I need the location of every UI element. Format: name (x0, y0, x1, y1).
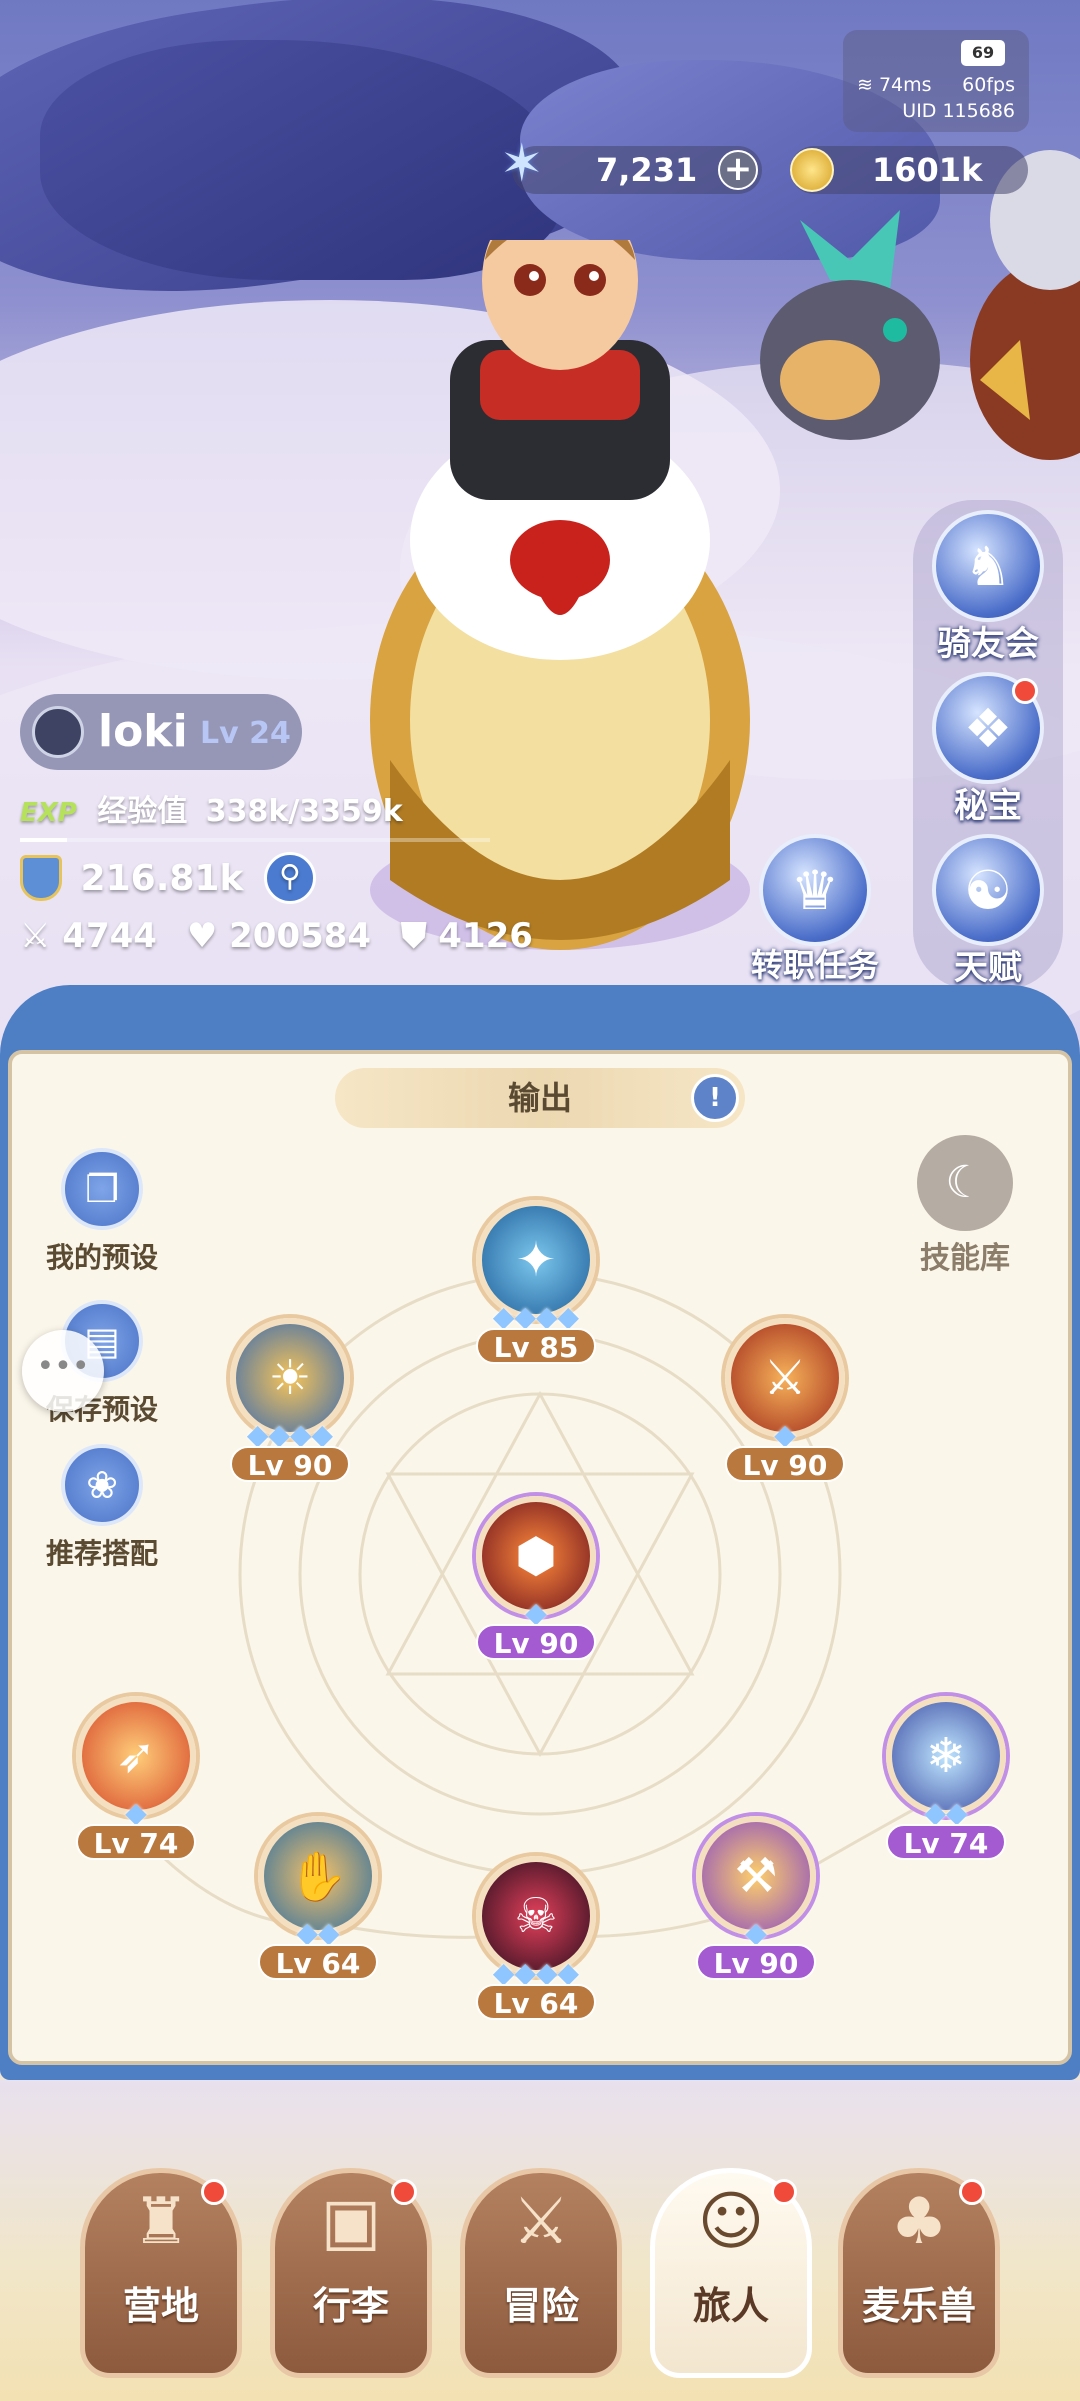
talent-icon: ☯ (932, 834, 1044, 946)
tab-pets-label: 麦乐兽 (861, 2284, 976, 2328)
tab-camp[interactable]: ♜ 营地 (80, 2168, 242, 2378)
skill-level: Lv 90 (475, 1624, 597, 1660)
tab-camp-notification-dot (201, 2179, 227, 2205)
skill-level: Lv 85 (475, 1328, 597, 1364)
power-row: 216.81k ⚲ (20, 852, 316, 904)
skill-slot[interactable]: ➶ ◆ Lv 74 (66, 1696, 206, 1860)
uid-readout: UID 115686 (902, 100, 1015, 122)
crossed-swords-icon: ⚔ (512, 2185, 570, 2259)
tab-traveler-notification-dot (771, 2179, 797, 2205)
tab-luggage-notification-dot (391, 2179, 417, 2205)
hp-value: 200584 (229, 916, 372, 956)
defense-icon: ⛊ (400, 916, 427, 956)
skill-slot[interactable]: ✦ ◆◆◆◆ Lv 85 (466, 1200, 606, 1364)
exp-bar (20, 838, 490, 842)
attack-icon: ⚔ (20, 916, 51, 956)
job-quest-button[interactable]: ♛ 转职任务 (740, 834, 890, 986)
tab-luggage[interactable]: ▣ 行李 (270, 2168, 432, 2378)
skill-slot[interactable]: ❄ ◆◆ Lv 74 (876, 1696, 1016, 1860)
gem-currency: ✶ 7,231 + (500, 138, 762, 194)
player-level: Lv 24 (200, 716, 291, 751)
tab-luggage-label: 行李 (312, 2284, 389, 2328)
skill-library-button[interactable]: ☾ 技能库 (900, 1135, 1030, 1277)
preset-cards-icon: ❐ (61, 1148, 143, 1230)
skill-level: Lv 64 (475, 1984, 597, 2020)
skill-level: Lv 90 (229, 1446, 351, 1482)
treasure-icon: ❖ (932, 672, 1044, 784)
skill-level: Lv 74 (75, 1824, 197, 1860)
hp-icon: ♥ (186, 916, 218, 956)
rider-club-button[interactable]: ♞ 骑友会 (928, 510, 1048, 665)
crown-icon: ♛ (759, 834, 871, 946)
treasure-notification-dot (1012, 678, 1038, 704)
recommended-build-button[interactable]: ❀ 推荐搭配 (32, 1444, 172, 1572)
talent-label: 天赋 (954, 948, 1022, 988)
ping-readout: ≋ 74ms (857, 74, 932, 96)
attack-value: 4744 (62, 916, 157, 956)
tab-pets-notification-dot (959, 2179, 985, 2205)
ping-value: 74ms (878, 74, 932, 96)
my-preset-button[interactable]: ❐ 我的预设 (32, 1148, 172, 1276)
player-name-badge[interactable]: loki Lv 24 (20, 694, 302, 770)
tab-traveler-label: 旅人 (692, 2284, 769, 2328)
gem-count: 7,231 (596, 151, 698, 189)
wifi-icon: ≋ (857, 74, 873, 96)
skill-slot[interactable]: ✋ ◆◆ Lv 64 (248, 1816, 388, 1980)
gold-count: 1601k (872, 151, 983, 189)
pet-creature (760, 210, 940, 440)
skill-level: Lv 90 (724, 1446, 846, 1482)
treasure-label: 秘宝 (954, 786, 1022, 826)
exp-value: 338k/3359k (205, 794, 403, 829)
power-shield-icon (20, 855, 62, 901)
player-name: loki (98, 706, 188, 757)
build-type-header[interactable]: 输出 ! (335, 1068, 745, 1128)
skill-slot[interactable]: ☀ ◆◆◆◆ Lv 90 (220, 1318, 360, 1482)
treasure-button[interactable]: ❖ 秘宝 (928, 672, 1048, 827)
gold-coin-icon (790, 148, 834, 192)
tab-adventure-label: 冒险 (502, 2284, 579, 2328)
skill-level: Lv 64 (257, 1944, 379, 1980)
skill-library-label: 技能库 (920, 1241, 1010, 1276)
skill-slot[interactable]: ☠ ◆◆◆◆ Lv 64 (466, 1856, 606, 2020)
my-preset-label: 我的预设 (45, 1241, 158, 1274)
battery-indicator: 69 (961, 40, 1005, 66)
skill-slot[interactable]: ⬢ ◆ Lv 90 (466, 1496, 606, 1660)
job-quest-label: 转职任务 (750, 946, 879, 984)
defense-value: 4126 (438, 916, 533, 956)
exp-label: 经验值 (97, 794, 188, 829)
fps-readout: 60fps (962, 74, 1015, 96)
horse-icon: ♞ (932, 510, 1044, 622)
floating-chat-button[interactable]: ••• (22, 1330, 104, 1412)
skill-level: Lv 90 (695, 1944, 817, 1980)
skill-level: Lv 74 (885, 1824, 1007, 1860)
exp-row: EXP 经验值 338k/3359k (20, 786, 403, 830)
gem-icon: ✶ (500, 134, 544, 194)
rider-club-label: 骑友会 (937, 624, 1039, 664)
skill-slot[interactable]: ⚔ ◆ Lv 90 (715, 1318, 855, 1482)
skill-slot[interactable]: ⚒ ◆ Lv 90 (686, 1816, 826, 1980)
recommend-icon: ❀ (61, 1444, 143, 1526)
talent-button[interactable]: ☯ 天赋 (928, 834, 1048, 989)
tab-camp-label: 营地 (122, 2284, 199, 2328)
chat-bubble-icon: ••• (36, 1349, 90, 1384)
npc-rider (970, 150, 1080, 460)
combat-stats: ⚔ 4744 ♥ 200584 ⛊ 4126 (20, 916, 533, 956)
power-search-button[interactable]: ⚲ (263, 852, 316, 904)
add-gems-button[interactable]: + (718, 150, 758, 190)
skill-library-icon: ☾ (917, 1135, 1013, 1231)
tab-pets[interactable]: ♣ 麦乐兽 (838, 2168, 1000, 2378)
tab-adventure[interactable]: ⚔ 冒险 (460, 2168, 622, 2378)
player-class-icon (32, 706, 84, 758)
build-info-icon[interactable]: ! (691, 1074, 739, 1122)
gold-currency: 1601k (790, 146, 1028, 194)
recommended-build-label: 推荐搭配 (45, 1537, 158, 1570)
power-value: 216.81k (80, 857, 244, 899)
exp-tag: EXP (20, 798, 77, 828)
tab-traveler[interactable]: ☺ 旅人 (650, 2168, 812, 2378)
performance-panel: 69 ≋ 74ms 60fps UID 115686 (843, 30, 1029, 132)
build-type-label: 输出 (507, 1079, 572, 1117)
